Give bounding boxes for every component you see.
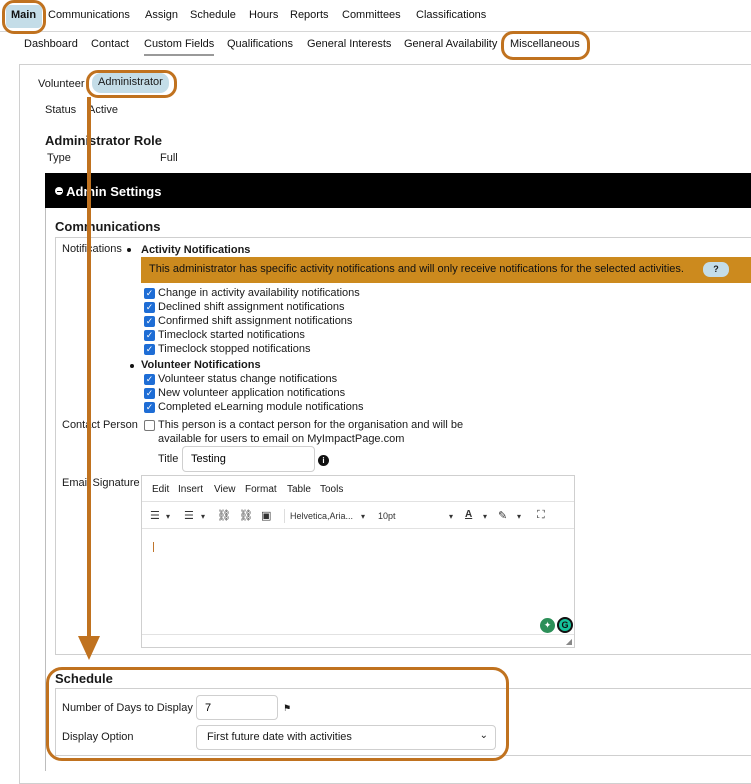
bullet (127, 248, 131, 252)
nav-reports[interactable]: Reports (290, 9, 329, 21)
type-label: Type (47, 152, 71, 164)
notifications-label: Notifications (62, 243, 122, 255)
highlight-icon[interactable]: ✎ (498, 509, 507, 522)
chevron-down-icon[interactable]: ▾ (517, 512, 521, 521)
editor-toolbar: ☰ ▾ ☰ ▾ ⛓ ⛓ ▣ Helvetica,Aria... ▾ 10pt ▾… (142, 503, 574, 529)
signature-editor: Edit Insert View Format Table Tools ☰ ▾ … (141, 475, 575, 648)
unlink-icon[interactable]: ⛓ (239, 509, 253, 522)
text-caret (153, 542, 154, 552)
chevron-down-icon[interactable]: ▾ (449, 512, 453, 521)
numbered-list-icon[interactable]: ☰ (150, 509, 160, 522)
grammar-assist-icon[interactable]: ✦ (540, 618, 555, 633)
contact-person-label: Contact Person (62, 419, 138, 431)
display-option-value: First future date with activities (207, 731, 352, 743)
nav-schedule[interactable]: Schedule (190, 9, 236, 21)
volunteer-item: Volunteer status change notifications (158, 373, 338, 385)
title-input[interactable] (182, 446, 315, 472)
text-color-icon[interactable]: A (465, 509, 472, 520)
subnav-general-availability[interactable]: General Availability (404, 38, 497, 50)
display-option-select[interactable]: First future date with activities ⌄ (196, 725, 496, 750)
checkbox-checked[interactable]: ✓ (144, 302, 155, 313)
days-to-display-input[interactable] (196, 695, 278, 720)
subnav-miscellaneous[interactable]: Miscellaneous (510, 38, 580, 50)
checkbox-checked[interactable]: ✓ (144, 402, 155, 413)
link-icon[interactable]: ⛓ (217, 509, 231, 522)
checkbox-checked[interactable]: ✓ (144, 344, 155, 355)
subnav-qualifications[interactable]: Qualifications (227, 38, 293, 50)
notice-text: This administrator has specific activity… (149, 263, 684, 275)
activity-item: Confirmed shift assignment notifications (158, 315, 353, 327)
activity-item: Declined shift assignment notifications (158, 301, 345, 313)
activity-item: Change in activity availability notifica… (158, 287, 360, 299)
resize-handle-icon[interactable]: ◢ (566, 637, 572, 646)
chevron-down-icon[interactable]: ▾ (483, 512, 487, 521)
editor-statusbar: ◢ (142, 634, 574, 648)
activity-item: Timeclock stopped notifications (158, 343, 311, 355)
menu-table[interactable]: Table (287, 484, 311, 495)
status-label: Status (45, 104, 77, 116)
nav-hours[interactable]: Hours (249, 9, 278, 21)
tab-volunteer[interactable]: Volunteer (38, 78, 84, 90)
checkbox-checked[interactable]: ✓ (144, 388, 155, 399)
display-option-label: Display Option (62, 731, 134, 743)
contact-person-text: This person is a contact person for the … (158, 419, 464, 431)
main-nav: Main Communications Assign Schedule Hour… (0, 0, 751, 32)
days-to-display-label: Number of Days to Display (62, 702, 193, 714)
font-size-select[interactable]: 10pt (378, 511, 396, 521)
activity-notifications-heading: Activity Notifications (141, 244, 251, 256)
email-signature-label: Email Signature (62, 477, 140, 489)
subnav-general-interests[interactable]: General Interests (307, 38, 391, 50)
menu-insert[interactable]: Insert (178, 484, 203, 495)
editor-menubar: Edit Insert View Format Table Tools (142, 476, 574, 502)
nav-main[interactable]: Main (6, 5, 42, 28)
volunteer-item: New volunteer application notifications (158, 387, 346, 399)
help-button[interactable]: ? (703, 262, 729, 277)
communications-heading: Communications (55, 219, 161, 234)
activity-item: Timeclock started notifications (158, 329, 305, 341)
contact-person-checkbox[interactable] (144, 420, 155, 431)
type-value: Full (160, 152, 178, 164)
admin-settings-title: Admin Settings (66, 184, 162, 199)
volunteer-notifications-heading: Volunteer Notifications (141, 359, 261, 371)
notice-banner: This administrator has specific activity… (141, 257, 751, 283)
menu-tools[interactable]: Tools (320, 484, 343, 495)
grammarly-icon[interactable]: G (557, 617, 573, 633)
checkbox-checked[interactable]: ✓ (144, 330, 155, 341)
schedule-heading: Schedule (55, 671, 113, 686)
chevron-down-icon: ⌄ (479, 730, 488, 741)
bullet-list-icon[interactable]: ☰ (184, 509, 194, 522)
chevron-down-icon[interactable]: ▾ (166, 512, 170, 521)
subnav-dashboard[interactable]: Dashboard (24, 38, 78, 50)
contact-person-text: available for users to email on MyImpact… (158, 433, 405, 445)
administrator-role-heading: Administrator Role (45, 133, 163, 148)
subnav-contact[interactable]: Contact (91, 38, 129, 50)
chevron-down-icon[interactable]: ▾ (361, 512, 365, 521)
volunteer-item: Completed eLearning module notifications (158, 401, 364, 413)
nav-committees[interactable]: Committees (342, 9, 401, 21)
chevron-down-icon[interactable]: ▾ (201, 512, 205, 521)
menu-format[interactable]: Format (245, 484, 277, 495)
font-family-select[interactable]: Helvetica,Aria... (290, 511, 353, 521)
toolbar-divider (284, 509, 285, 523)
nav-assign[interactable]: Assign (145, 9, 178, 21)
title-label: Title (158, 453, 179, 465)
checkbox-checked[interactable]: ✓ (144, 288, 155, 299)
menu-edit[interactable]: Edit (152, 484, 169, 495)
info-icon[interactable]: i (318, 455, 329, 466)
admin-settings-header[interactable]: Admin Settings (45, 173, 751, 208)
minus-circle-icon (55, 187, 63, 195)
subnav-custom-fields[interactable]: Custom Fields (144, 38, 215, 56)
checkbox-checked[interactable]: ✓ (144, 374, 155, 385)
status-value: Active (88, 104, 118, 116)
checkbox-checked[interactable]: ✓ (144, 316, 155, 327)
image-icon[interactable]: ▣ (261, 509, 271, 522)
bullet (130, 364, 134, 368)
nav-classifications[interactable]: Classifications (416, 9, 486, 21)
tab-administrator[interactable]: Administrator (92, 73, 169, 93)
fullscreen-icon[interactable]: ⛶ (537, 509, 545, 522)
menu-view[interactable]: View (214, 484, 236, 495)
flag-icon[interactable]: ⚑ (283, 703, 291, 714)
sub-nav: Dashboard Contact Custom Fields Qualific… (0, 33, 751, 59)
nav-communications[interactable]: Communications (48, 9, 130, 21)
